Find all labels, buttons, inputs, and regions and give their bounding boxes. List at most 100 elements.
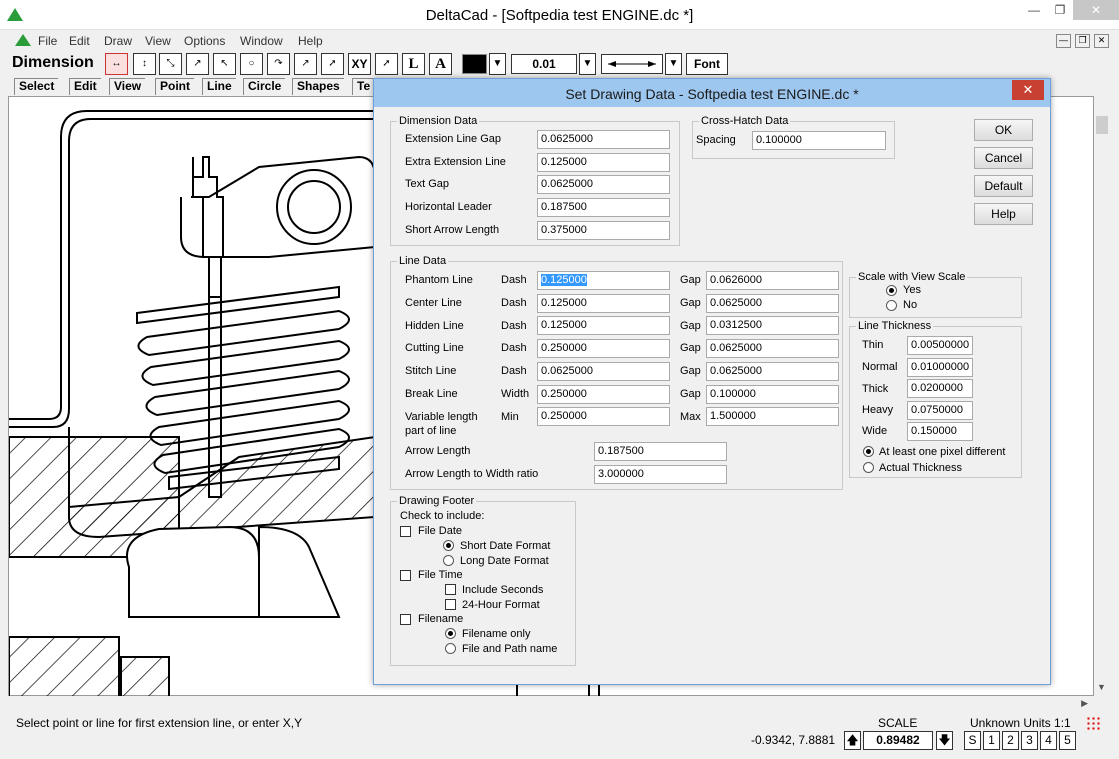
variable-max-input[interactable]: 1.500000	[706, 407, 839, 426]
menu-draw[interactable]: Draw	[104, 34, 132, 48]
include-seconds-checkbox[interactable]	[445, 584, 456, 595]
file-path-radio[interactable]	[445, 643, 456, 654]
center-gap-input[interactable]: 0.0625000	[706, 294, 839, 313]
horizontal-dimension-icon[interactable]: ↔	[105, 53, 128, 75]
maximize-icon[interactable]: ❐	[1047, 0, 1073, 20]
hidden-dash-input[interactable]: 0.125000	[537, 316, 670, 335]
filename-checkbox[interactable]	[400, 614, 411, 625]
a-button[interactable]: A	[429, 53, 452, 75]
tab-view[interactable]: View	[109, 78, 146, 95]
l-button[interactable]: L	[402, 53, 425, 75]
text-gap-input[interactable]: 0.0625000	[537, 175, 670, 194]
tab-text[interactable]: Te	[352, 78, 374, 95]
scale-down-icon[interactable]: 🡇	[936, 731, 953, 750]
extension-line-gap-input[interactable]: 0.0625000	[537, 130, 670, 149]
scale-field[interactable]: 0.89482	[863, 731, 933, 750]
tab-line[interactable]: Line	[202, 78, 236, 95]
scale-yes-radio[interactable]	[886, 285, 897, 296]
close-icon[interactable]: ✕	[1073, 0, 1119, 20]
tab-circle[interactable]: Circle	[243, 78, 286, 95]
phantom-gap-input[interactable]: 0.0626000	[706, 271, 839, 290]
arrow-length-input[interactable]: 0.187500	[594, 442, 727, 461]
scale-up-icon[interactable]: 🡅	[844, 731, 861, 750]
break-width-input[interactable]: 0.250000	[537, 385, 670, 404]
scroll-thumb[interactable]	[1096, 116, 1108, 134]
cutting-dash-input[interactable]: 0.250000	[537, 339, 670, 358]
line-style-dropdown-icon[interactable]: ▼	[665, 53, 682, 75]
line-style-field[interactable]	[601, 54, 663, 74]
radius-dimension-icon[interactable]: ↗	[294, 53, 317, 75]
file-time-checkbox[interactable]	[400, 570, 411, 581]
cursor-icon[interactable]: ➚	[375, 53, 398, 75]
ok-button[interactable]: OK	[974, 119, 1033, 141]
aligned-dimension-icon[interactable]: ⤡	[159, 53, 182, 75]
xy-button[interactable]: XY	[348, 53, 371, 75]
menu-file[interactable]: File	[38, 34, 57, 48]
long-date-radio[interactable]	[443, 555, 454, 566]
actual-thickness-radio[interactable]	[863, 462, 874, 473]
normal-input[interactable]: 0.01000000	[907, 358, 973, 377]
arc-dimension-icon[interactable]: ↷	[267, 53, 290, 75]
scale-button-3[interactable]: 3	[1021, 731, 1038, 750]
thin-input[interactable]: 0.00500000	[907, 336, 973, 355]
horizontal-scrollbar[interactable]: ▶	[8, 696, 1094, 713]
diameter-dimension-icon[interactable]: ➚	[321, 53, 344, 75]
spacing-input[interactable]: 0.100000	[752, 131, 886, 150]
scale-button-1[interactable]: 1	[983, 731, 1000, 750]
menu-window[interactable]: Window	[240, 34, 283, 48]
file-date-checkbox[interactable]	[400, 526, 411, 537]
center-dash-input[interactable]: 0.125000	[537, 294, 670, 313]
horizontal-leader-input[interactable]: 0.187500	[537, 198, 670, 217]
scale-button-4[interactable]: 4	[1040, 731, 1057, 750]
resize-grip-icon[interactable]	[1086, 716, 1100, 730]
wide-input[interactable]: 0.150000	[907, 422, 973, 441]
color-swatch[interactable]	[462, 54, 487, 74]
hour24-checkbox[interactable]	[445, 599, 456, 610]
scale-button-5[interactable]: 5	[1059, 731, 1076, 750]
scroll-down-icon[interactable]: ▼	[1097, 682, 1106, 692]
stitch-gap-input[interactable]: 0.0625000	[706, 362, 839, 381]
menu-help[interactable]: Help	[298, 34, 323, 48]
menu-edit[interactable]: Edit	[69, 34, 90, 48]
heavy-input[interactable]: 0.0750000	[907, 401, 973, 420]
thick-input[interactable]: 0.0200000	[907, 379, 973, 398]
phantom-dash-input[interactable]: 0.125000	[537, 271, 670, 290]
cancel-button[interactable]: Cancel	[974, 147, 1033, 169]
menu-view[interactable]: View	[145, 34, 171, 48]
scale-button-s[interactable]: S	[964, 731, 981, 750]
arrow-ratio-input[interactable]: 3.000000	[594, 465, 727, 484]
extra-extension-line-input[interactable]: 0.125000	[537, 153, 670, 172]
filename-only-radio[interactable]	[445, 628, 456, 639]
scroll-right-icon[interactable]: ▶	[1081, 698, 1088, 709]
variable-min-input[interactable]: 0.250000	[537, 407, 670, 426]
font-button[interactable]: Font	[686, 53, 728, 75]
default-button[interactable]: Default	[974, 175, 1033, 197]
vertical-dimension-icon[interactable]: ↕	[133, 53, 156, 75]
vertical-scrollbar[interactable]: ▼	[1094, 96, 1111, 696]
size-dropdown-icon[interactable]: ▼	[579, 53, 596, 75]
color-dropdown-icon[interactable]: ▼	[489, 53, 506, 75]
scale-button-2[interactable]: 2	[1002, 731, 1019, 750]
scale-no-radio[interactable]	[886, 300, 897, 311]
tab-point[interactable]: Point	[155, 78, 194, 95]
leader-icon[interactable]: ↖	[213, 53, 236, 75]
minimize-icon[interactable]: —	[1021, 0, 1047, 20]
hidden-gap-input[interactable]: 0.0312500	[706, 316, 839, 335]
break-gap-input[interactable]: 0.100000	[706, 385, 839, 404]
mdi-close-icon[interactable]: ✕	[1094, 34, 1109, 48]
menu-options[interactable]: Options	[184, 34, 225, 48]
mdi-minimize-icon[interactable]: —	[1056, 34, 1071, 48]
tab-select[interactable]: Select	[14, 78, 59, 95]
angle-dimension-icon[interactable]: ↗	[186, 53, 209, 75]
help-button[interactable]: Help	[974, 203, 1033, 225]
circle-dimension-icon[interactable]: ○	[240, 53, 263, 75]
size-field[interactable]: 0.01	[511, 54, 577, 74]
dialog-close-icon[interactable]: ✕	[1012, 80, 1044, 100]
stitch-dash-input[interactable]: 0.0625000	[537, 362, 670, 381]
cutting-gap-input[interactable]: 0.0625000	[706, 339, 839, 358]
tab-edit[interactable]: Edit	[69, 78, 101, 95]
tab-shapes[interactable]: Shapes	[292, 78, 344, 95]
mdi-restore-icon[interactable]: ❐	[1075, 34, 1090, 48]
pixel-different-radio[interactable]	[863, 446, 874, 457]
short-date-radio[interactable]	[443, 540, 454, 551]
